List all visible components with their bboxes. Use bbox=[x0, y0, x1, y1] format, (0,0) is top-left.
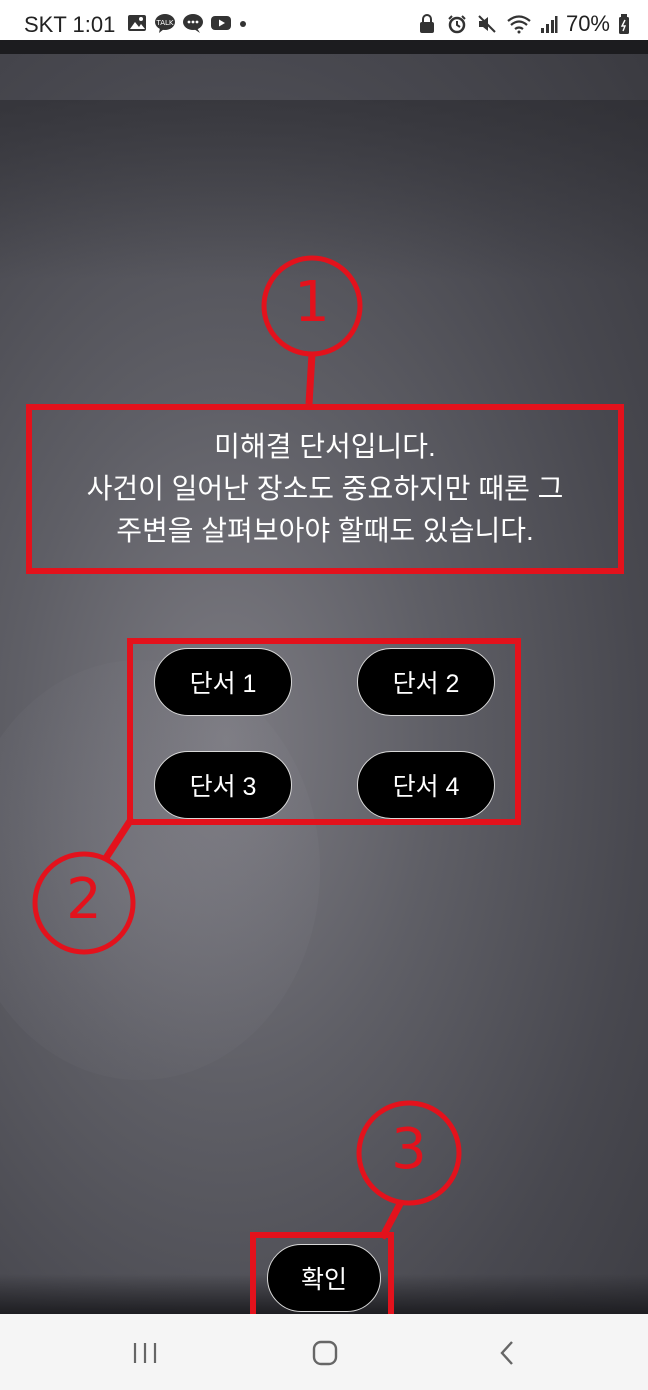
battery-icon bbox=[619, 14, 629, 34]
hint-line-1: 미해결 단서입니다. bbox=[214, 431, 436, 462]
clue-1-button[interactable]: 단서 1 bbox=[154, 648, 292, 716]
annotation-number-3: 3 bbox=[391, 1117, 427, 1182]
battery-percent: 70% bbox=[565, 11, 610, 36]
navigation-bar bbox=[0, 1314, 648, 1390]
gallery-icon bbox=[128, 15, 146, 31]
carrier-time: SKT 1:01 bbox=[24, 12, 116, 37]
hint-message-box: 미해결 단서입니다. 사건이 일어난 장소도 중요하지만 때론 그 주변을 살펴… bbox=[26, 404, 624, 574]
alarm-icon bbox=[448, 15, 466, 34]
youtube-icon bbox=[211, 16, 231, 30]
kakaotalk-icon: TALK bbox=[155, 14, 175, 33]
dot-icon bbox=[240, 21, 246, 27]
notification-icons: TALK bbox=[126, 13, 248, 33]
annotation-number-1: 1 bbox=[294, 270, 330, 335]
svg-text:TALK: TALK bbox=[155, 19, 173, 27]
home-icon[interactable] bbox=[311, 1339, 339, 1367]
clue-2-button[interactable]: 단서 2 bbox=[357, 648, 495, 716]
clue-4-button[interactable]: 단서 4 bbox=[357, 751, 495, 819]
recents-icon[interactable] bbox=[130, 1341, 160, 1365]
top-shade bbox=[0, 40, 648, 54]
system-icons: 70% bbox=[416, 11, 630, 37]
signal-icon bbox=[540, 16, 558, 33]
confirm-button[interactable]: 확인 bbox=[267, 1244, 381, 1312]
annotation-number-2: 2 bbox=[66, 867, 102, 932]
hint-line-3: 주변을 살펴보아야 할때도 있습니다. bbox=[116, 515, 534, 546]
hint-line-2: 사건이 일어난 장소도 중요하지만 때론 그 bbox=[86, 473, 564, 504]
mute-icon bbox=[478, 15, 496, 33]
background-texture bbox=[0, 100, 648, 280]
back-icon[interactable] bbox=[497, 1339, 517, 1367]
message-icon bbox=[183, 14, 203, 33]
clue-3-button[interactable]: 단서 3 bbox=[154, 751, 292, 819]
wifi-icon bbox=[507, 15, 531, 34]
lock-icon bbox=[419, 14, 434, 33]
